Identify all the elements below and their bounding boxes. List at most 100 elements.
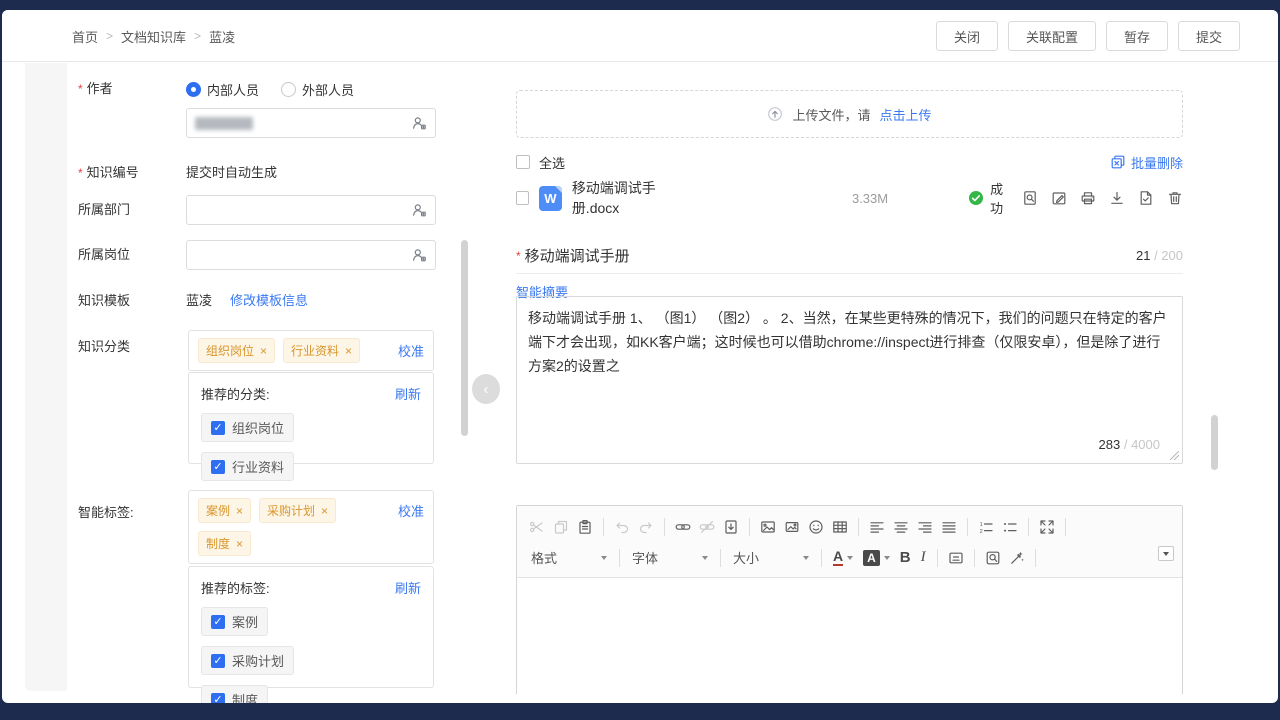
tags-calibrate-link[interactable]: 校准 (398, 498, 424, 520)
author-input[interactable] (186, 108, 436, 138)
toolbar-separator (1028, 518, 1029, 536)
remove-tag-icon[interactable]: × (236, 537, 243, 551)
radio-unselected-icon[interactable] (281, 82, 296, 97)
justify-icon[interactable] (937, 515, 961, 539)
title-value[interactable]: 移动端调试手册 (525, 245, 630, 266)
recommended-tag-chip[interactable]: ✓采购计划 (201, 646, 294, 675)
collapse-toolbar-button[interactable] (1158, 546, 1174, 561)
align-center-icon[interactable] (889, 515, 913, 539)
recommended-category-chip[interactable]: ✓组织岗位 (201, 413, 294, 442)
image-icon[interactable] (756, 515, 780, 539)
remove-tag-icon[interactable]: × (236, 504, 243, 518)
bold-button[interactable]: B (895, 546, 916, 570)
italic-button[interactable]: I (916, 546, 931, 570)
ordered-list-icon[interactable]: 12 (974, 515, 998, 539)
recommended-tag-chip[interactable]: ✓制度 (201, 685, 268, 703)
recommended-category-chip[interactable]: ✓行业资料 (201, 452, 294, 481)
remove-tag-icon[interactable]: × (260, 344, 267, 358)
checkbox-checked-icon[interactable]: ✓ (211, 460, 225, 474)
breadcrumb-item[interactable]: 文档知识库 (121, 27, 186, 46)
close-button[interactable]: 关闭 (936, 21, 998, 51)
submit-button[interactable]: 提交 (1178, 21, 1240, 51)
resize-grip[interactable] (1170, 451, 1179, 460)
remove-tag-icon[interactable]: × (345, 344, 352, 358)
recommended-tag-chip[interactable]: ✓案例 (201, 607, 268, 636)
redo-icon (634, 515, 658, 539)
bg-color-button[interactable]: A (858, 546, 895, 570)
batch-delete-button[interactable]: 批量删除 (1110, 153, 1183, 172)
relation-config-button[interactable]: 关联配置 (1008, 21, 1096, 51)
department-input[interactable] (186, 195, 436, 225)
file-preview-icon[interactable] (1022, 190, 1038, 206)
align-right-icon[interactable] (913, 515, 937, 539)
delete-icon[interactable] (1167, 190, 1183, 206)
file-size: 3.33M (852, 191, 888, 206)
category-calibrate-link[interactable]: 校准 (398, 338, 424, 360)
person-picker-icon[interactable] (411, 115, 427, 131)
position-label: 所属岗位 (78, 240, 182, 270)
smart-tag[interactable]: 采购计划× (259, 498, 336, 523)
download-icon[interactable] (1109, 190, 1125, 206)
cut-icon (525, 515, 549, 539)
checkbox-checked-icon[interactable]: ✓ (211, 615, 225, 629)
format-wand-icon[interactable] (1005, 546, 1029, 570)
table-icon[interactable] (828, 515, 852, 539)
bullet-list-icon[interactable] (998, 515, 1022, 539)
left-scrollbar-thumb[interactable] (461, 240, 468, 436)
chevron-down-icon (847, 556, 853, 563)
editor-content-area[interactable] (517, 578, 1182, 698)
edit-template-link[interactable]: 修改模板信息 (230, 286, 308, 316)
text-color-button[interactable]: A (828, 546, 858, 570)
file-name[interactable]: 移动端调试手册.docx (572, 178, 692, 218)
font-dropdown[interactable]: 字体 (626, 546, 714, 570)
upload-dropzone[interactable]: 上传文件，请 点击上传 (516, 90, 1183, 138)
radio-external[interactable]: 外部人员 (281, 80, 354, 99)
select-all-checkbox[interactable] (516, 155, 530, 169)
paste-icon[interactable] (573, 515, 597, 539)
album-icon[interactable] (780, 515, 804, 539)
upload-cloud-icon (767, 106, 783, 122)
maximize-icon[interactable] (1035, 515, 1059, 539)
edit-icon[interactable] (1051, 190, 1067, 206)
upload-link[interactable]: 点击上传 (880, 105, 932, 124)
print-icon[interactable] (1080, 190, 1096, 206)
collapse-panel-handle[interactable]: ‹ (472, 374, 500, 404)
source-code-icon[interactable] (944, 546, 968, 570)
breadcrumb-item[interactable]: 首页 (72, 27, 98, 46)
smart-tag[interactable]: 案例× (198, 498, 251, 523)
smiley-icon[interactable] (804, 515, 828, 539)
format-dropdown[interactable]: 格式 (525, 546, 613, 570)
toolbar-separator (1065, 518, 1066, 536)
toolbar-separator (619, 549, 620, 567)
refresh-link[interactable]: 刷新 (395, 578, 421, 597)
remove-tag-icon[interactable]: × (321, 504, 328, 518)
size-dropdown[interactable]: 大小 (727, 546, 815, 570)
category-tag[interactable]: 组织岗位× (198, 338, 275, 363)
right-scrollbar-thumb[interactable] (1211, 415, 1218, 470)
align-left-icon[interactable] (865, 515, 889, 539)
toolbar-separator (937, 549, 938, 567)
checkbox-checked-icon[interactable]: ✓ (211, 693, 225, 704)
file-checkbox[interactable] (516, 191, 529, 205)
select-all-label: 全选 (539, 153, 565, 172)
smart-tag[interactable]: 制度× (198, 531, 251, 556)
checkbox-checked-icon[interactable]: ✓ (211, 421, 225, 435)
position-input[interactable] (186, 240, 436, 270)
category-tag[interactable]: 行业资料× (283, 338, 360, 363)
title-count: 21 (1136, 248, 1150, 263)
radio-selected-icon[interactable] (186, 82, 201, 97)
save-draft-button[interactable]: 暂存 (1106, 21, 1168, 51)
knowledge-no-label: 知识编号 (78, 158, 182, 188)
summary-textarea[interactable]: 移动端调试手册 1、 （图1） （图2） 。 2、当然，在某些更特殊的情况下，我… (516, 296, 1183, 464)
toolbar-separator (749, 518, 750, 536)
title-field[interactable]: 移动端调试手册 21 / 200 (516, 238, 1183, 274)
doc-convert-icon[interactable] (1138, 190, 1154, 206)
link-icon[interactable] (671, 515, 695, 539)
radio-internal[interactable]: 内部人员 (186, 80, 259, 99)
preview-icon[interactable] (981, 546, 1005, 570)
refresh-link[interactable]: 刷新 (395, 384, 421, 403)
insert-file-icon[interactable] (719, 515, 743, 539)
person-picker-icon[interactable] (411, 247, 427, 263)
checkbox-checked-icon[interactable]: ✓ (211, 654, 225, 668)
person-picker-icon[interactable] (411, 202, 427, 218)
